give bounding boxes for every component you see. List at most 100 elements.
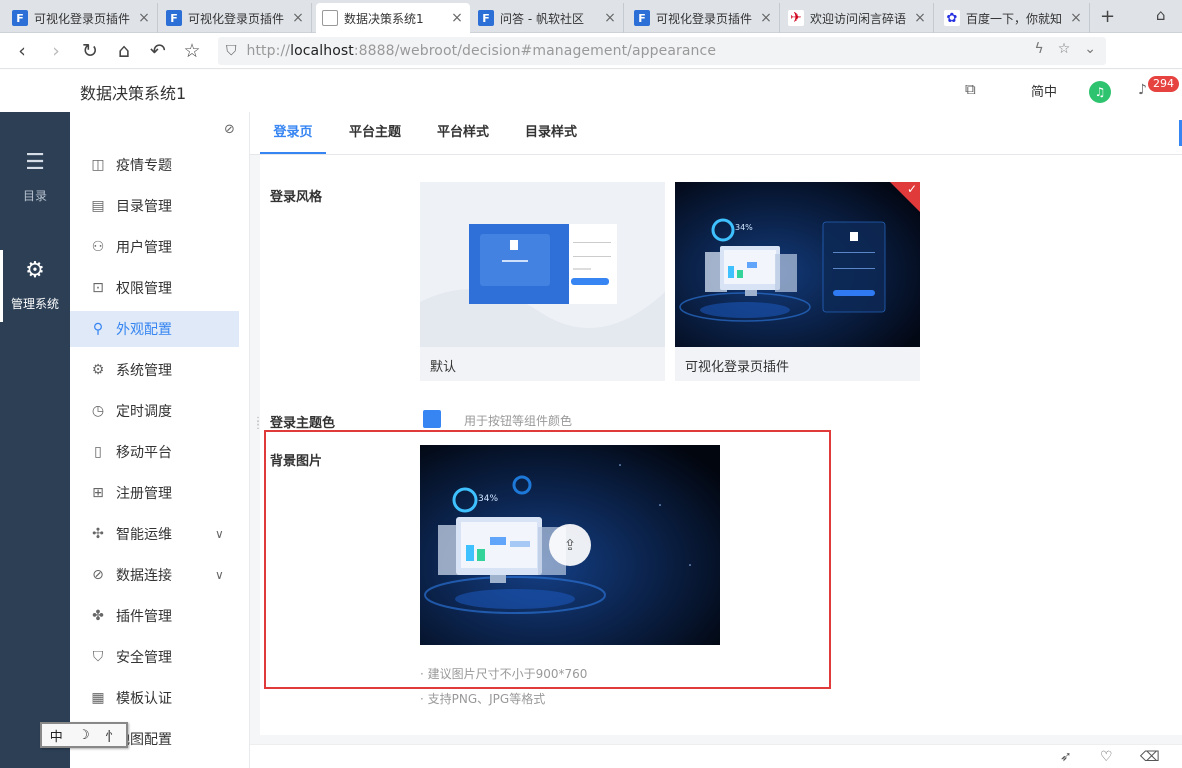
gear-icon: ⚙	[25, 258, 45, 283]
browser-tab[interactable]: ✿ 百度一下，你就知 ×	[938, 3, 1090, 33]
menu-item-permissions[interactable]: ⊡ 权限管理	[70, 270, 239, 306]
menu-item-users[interactable]: ⚇ 用户管理	[70, 229, 239, 265]
link-icon: ⊘	[92, 567, 104, 583]
browser-tab[interactable]: F 可视化登录页插件 ×	[6, 3, 158, 33]
forward-arrow-icon[interactable]: ›	[44, 39, 68, 63]
menu-item-catalog[interactable]: ▤ 目录管理	[70, 188, 239, 224]
skin-shirt-icon[interactable]: ⌂	[1156, 6, 1166, 24]
chevron-down-icon[interactable]: ∨	[215, 568, 224, 582]
close-icon[interactable]: ×	[913, 10, 927, 26]
menu-item-mobile[interactable]: ▯ 移动平台	[70, 434, 239, 470]
back-arrow-icon[interactable]: ‹	[10, 39, 34, 63]
home-icon[interactable]: ⌂	[112, 39, 136, 63]
close-icon[interactable]: ×	[759, 10, 773, 26]
ime-char[interactable]: ⺖	[105, 726, 118, 745]
lock-icon: ⊡	[92, 280, 104, 296]
rail-item-label: 管理系统	[10, 297, 59, 311]
menu-item-epidemic[interactable]: ◫ 疫情专题	[70, 147, 239, 183]
chevron-down-icon[interactable]: ∨	[215, 527, 224, 541]
browser-tab[interactable]: F 可视化登录页插件 ×	[628, 3, 780, 33]
url-text[interactable]: http://localhost:8888/webroot/decision#m…	[247, 43, 717, 59]
browser-tab-active[interactable]: 数据决策系统1 ×	[316, 3, 470, 33]
browser-tab-title: 问答 - 帆软社区	[500, 11, 584, 26]
upload-icon[interactable]: ⇪	[549, 524, 591, 566]
input-method-widget[interactable]: 中 ☽ ⺖	[40, 722, 128, 748]
browser-tab[interactable]: ✈ 欢迎访问闲言碎语 ×	[782, 3, 934, 33]
menu-item-plugins[interactable]: ✤ 插件管理	[70, 598, 239, 634]
close-icon[interactable]: ×	[603, 10, 617, 26]
language-switch[interactable]: 简中	[1031, 81, 1057, 100]
page-icon	[322, 10, 338, 26]
reload-icon[interactable]: ↻	[78, 39, 102, 63]
menu-item-security[interactable]: ⛉ 安全管理	[70, 639, 239, 675]
browser-tab-title: 可视化登录页插件	[188, 11, 285, 26]
certificate-icon: ▦	[91, 690, 105, 706]
menu-item-data-connection[interactable]: ⊘ 数据连接 ∨	[70, 557, 239, 593]
app-header: 数据决策系统1 ⧉ 简中 ♫ ♪ 294	[0, 70, 1182, 112]
menu-item-system[interactable]: ⚙ 系统管理	[70, 352, 239, 388]
visual-login-preview: 34%	[675, 182, 920, 347]
shield-icon: ⛉	[92, 649, 104, 665]
login-style-card-visual-plugin[interactable]: 34% ✓ 可视化登录页插件	[675, 182, 920, 381]
menu-item-label: 定时调度	[116, 404, 172, 420]
star-icon[interactable]: ☆	[1058, 41, 1071, 57]
undo-icon[interactable]: ↶	[146, 39, 170, 63]
check-icon: ✓	[906, 182, 917, 196]
menu-item-register[interactable]: ⊞ 注册管理	[70, 475, 239, 511]
timer-icon: ◷	[91, 403, 105, 419]
menu-item-label: 注册管理	[116, 486, 172, 502]
fanruan-logo-icon: F	[12, 10, 28, 26]
rocket-icon[interactable]: ➶	[1060, 749, 1072, 765]
menu-item-ops[interactable]: ✣ 智能运维 ∨	[70, 516, 239, 552]
new-tab-plus-icon[interactable]: +	[1100, 6, 1115, 27]
splitter-handle[interactable]: ⋮ ⋮	[253, 417, 263, 431]
chevron-down-icon[interactable]: ⌄	[1084, 41, 1096, 57]
ime-char[interactable]: 中	[50, 726, 63, 745]
thumb-percent-text: 34%	[735, 223, 753, 232]
tab-platform-style[interactable]: 平台样式	[428, 112, 498, 154]
tab-platform-theme[interactable]: 平台主题	[340, 112, 410, 154]
close-icon[interactable]: ×	[450, 10, 464, 26]
browser-toolbar: ‹ › ↻ ⌂ ↶ ☆ ⛉ http://localhost:8888/webr…	[0, 33, 1182, 93]
browser-tab[interactable]: F 问答 - 帆软社区 ×	[472, 3, 624, 33]
background-image-preview[interactable]: 34% ⇪	[420, 445, 720, 645]
pin-icon[interactable]: ⊘	[224, 122, 235, 137]
ime-moon-icon[interactable]: ☽	[78, 728, 90, 743]
default-login-preview	[420, 182, 665, 347]
browser-tab-title: 可视化登录页插件	[656, 11, 753, 26]
fanruan-logo-icon: F	[478, 10, 494, 26]
close-icon[interactable]: ×	[137, 10, 151, 26]
dashboard-icon: ◫	[91, 157, 105, 173]
lightning-icon[interactable]: ϟ	[1034, 41, 1043, 57]
rail-item-catalog[interactable]: ☰ 目录	[0, 150, 70, 204]
green-bell-icon[interactable]: ♫	[1089, 81, 1111, 103]
menu-item-schedule[interactable]: ◷ 定时调度	[70, 393, 239, 429]
tab-catalog-style[interactable]: 目录样式	[516, 112, 586, 154]
browser-tab[interactable]: F 可视化登录页插件 ×	[160, 3, 312, 33]
login-settings-panel: 登录风格 默认 34% ✓ 可视化登录页插件 登录主题色 用于按钮等组件颜色 背…	[260, 155, 1182, 735]
rail-item-management[interactable]: ⚙ 管理系统	[0, 250, 70, 322]
close-icon[interactable]: ×	[1069, 10, 1083, 26]
trash-icon[interactable]: ⌫	[1140, 749, 1160, 765]
bottom-status-bar: ➶ ♡ ⌫	[250, 744, 1182, 768]
address-bar[interactable]: ⛉ http://localhost:8888/webroot/decision…	[218, 37, 1106, 65]
red-logo-icon: ✈	[788, 10, 804, 26]
theme-color-label: 登录主题色	[270, 416, 336, 431]
tab-login-page[interactable]: 登录页	[260, 112, 326, 154]
theme-color-picker[interactable]	[423, 410, 441, 428]
menu-item-template-cert[interactable]: ▦ 模板认证	[70, 680, 239, 716]
heart-pulse-icon[interactable]: ♡	[1100, 749, 1113, 765]
chart-monitor-icon[interactable]: ⧉	[965, 80, 976, 98]
menu-item-label: 模板认证	[116, 691, 172, 707]
menu-item-appearance[interactable]: ⚲ 外观配置	[70, 311, 239, 347]
browser-tab-title: 数据决策系统1	[344, 11, 424, 26]
login-style-card-default[interactable]: 默认	[420, 182, 665, 381]
favorite-star-icon[interactable]: ☆	[180, 39, 204, 63]
menu-item-label: 目录管理	[116, 199, 172, 215]
notification-bell-icon[interactable]: ♪	[1138, 82, 1147, 98]
menu-item-label: 移动平台	[116, 445, 172, 461]
menu-item-label: 外观配置	[116, 322, 172, 338]
bg-size-tip: · 建议图片尺寸不小于900*760	[420, 667, 588, 681]
close-icon[interactable]: ×	[291, 10, 305, 26]
baidu-paw-icon: ✿	[944, 10, 960, 26]
